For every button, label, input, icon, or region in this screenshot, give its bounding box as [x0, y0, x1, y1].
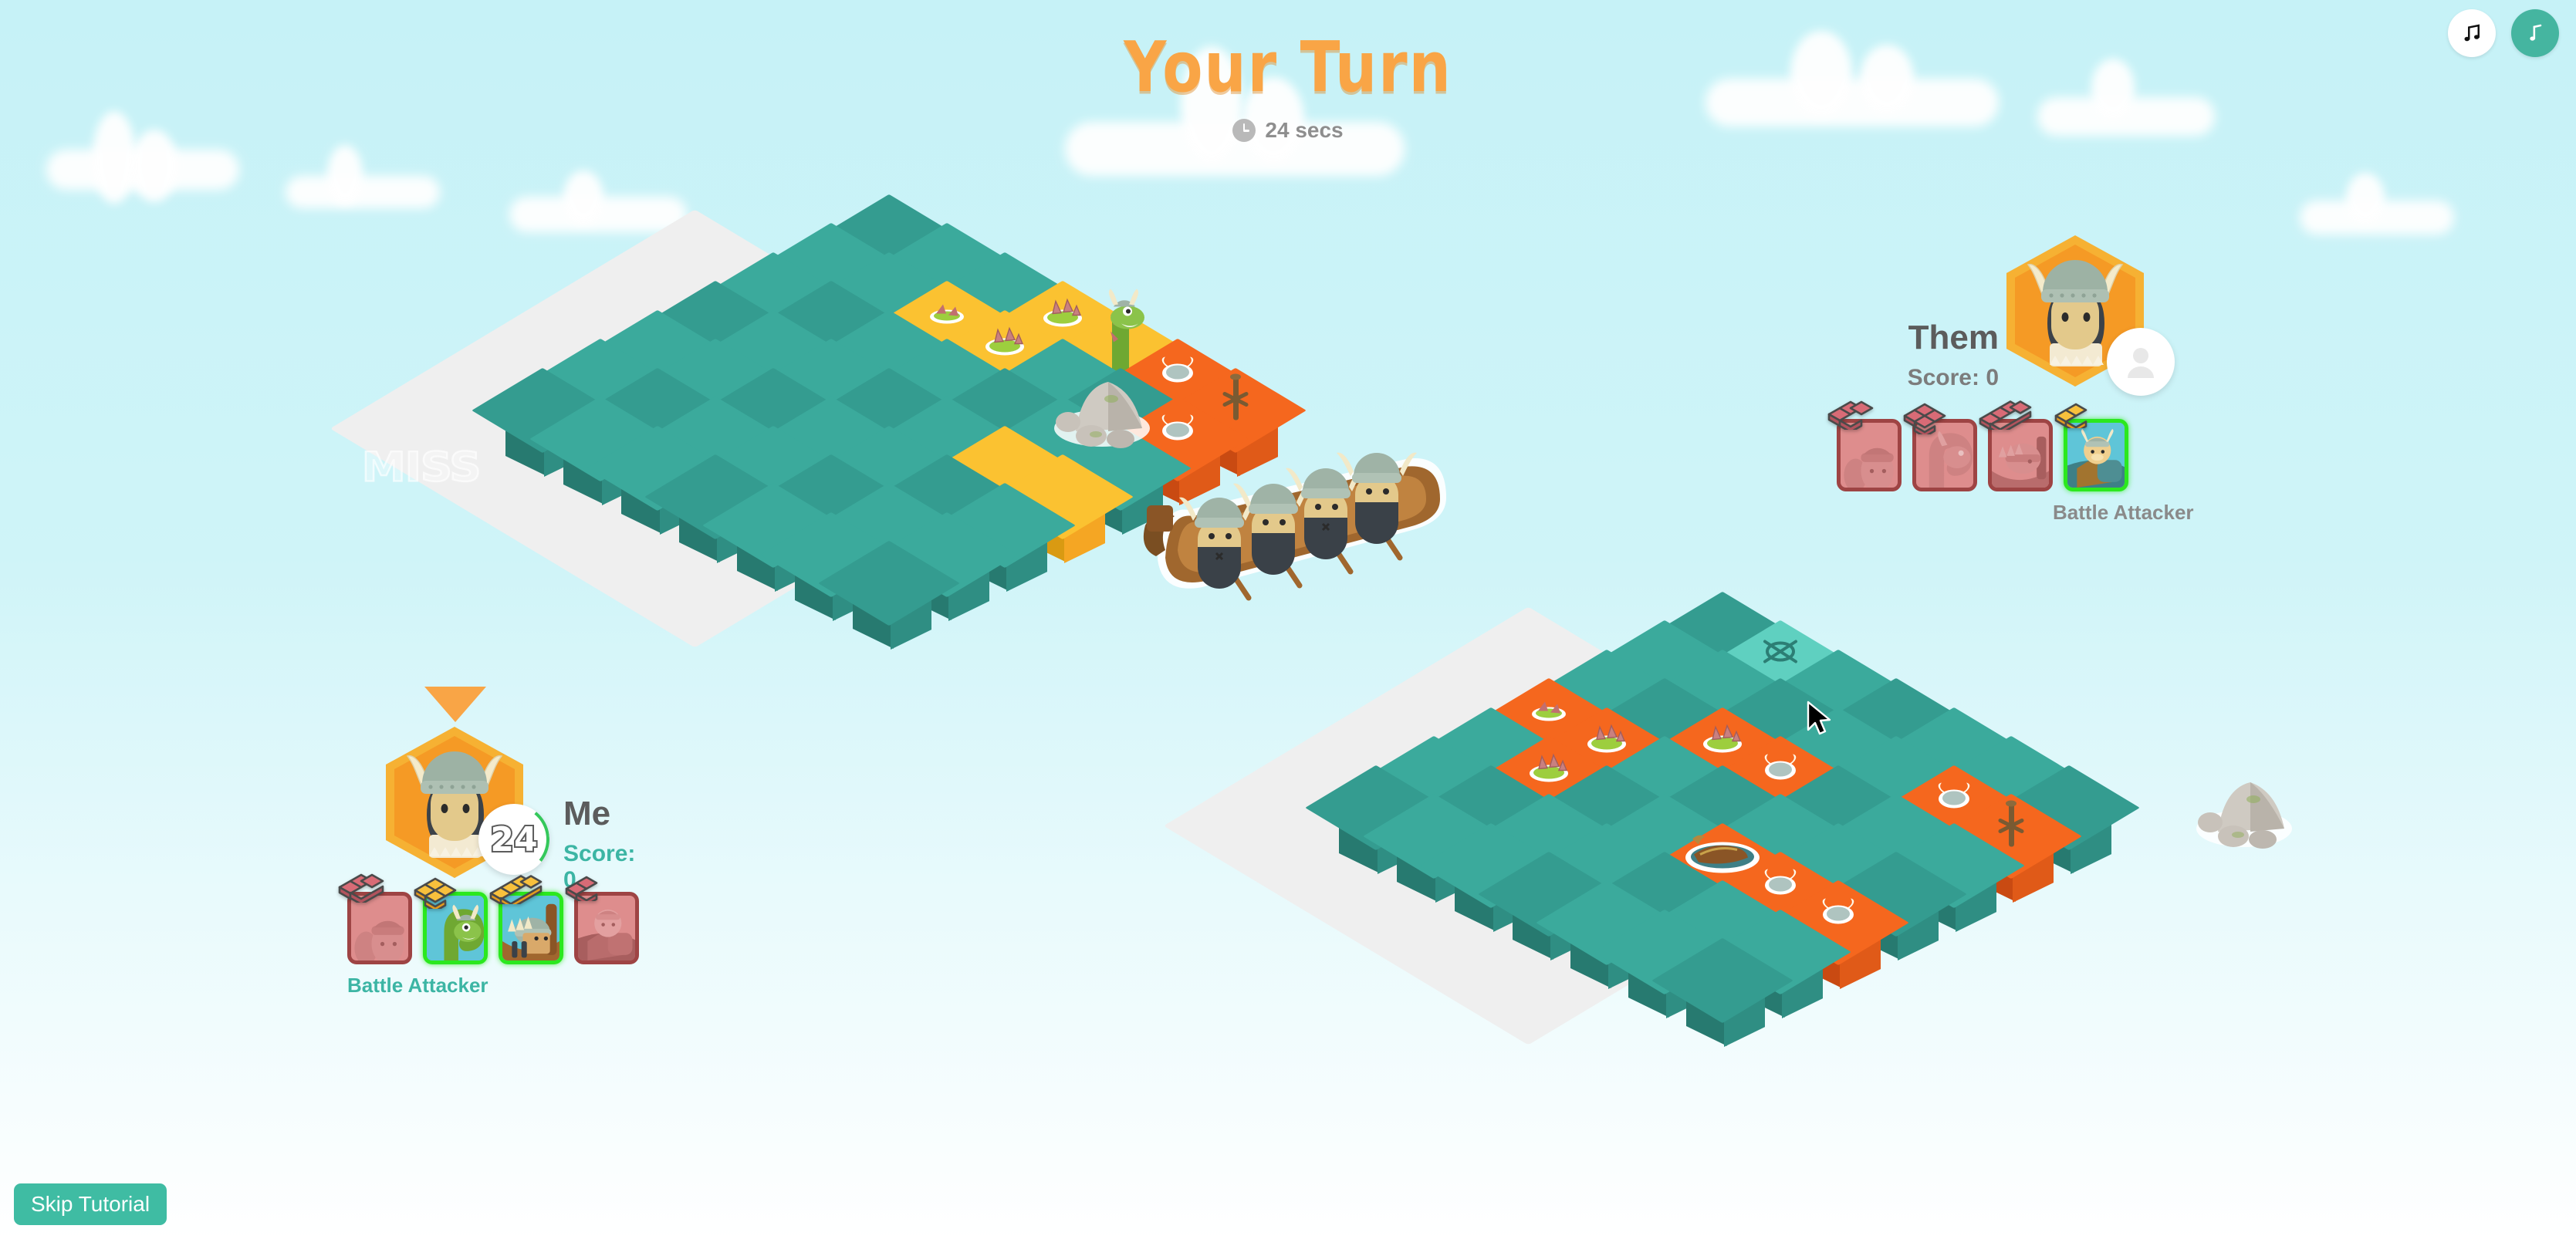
turn-banner: Your Turn 24 secs: [0, 26, 2576, 143]
them-selected-card-label: Battle Attacker: [2053, 501, 2194, 524]
card-art: [2064, 419, 2128, 491]
tetromino-piece-T4-icon: [1903, 403, 1946, 434]
card-sea-serpent[interactable]: [1903, 403, 1977, 491]
turn-seconds-label: 24 secs: [1265, 118, 1344, 142]
rock-formation: [2176, 765, 2307, 854]
tetromino-piece-I4-icon: [489, 875, 543, 904]
active-turn-pointer: [424, 687, 486, 722]
board-tile-water[interactable]: [1651, 938, 1793, 1048]
me-card-row: [338, 873, 639, 964]
clock-icon: [1232, 119, 1256, 142]
tetromino-piece-T4-icon: [414, 877, 457, 909]
music-double-note-icon: [2464, 24, 2480, 42]
tetromino-piece-I3-icon: [338, 873, 384, 903]
card-longship[interactable]: [1979, 400, 2053, 491]
them-player-panel: Them Score: 0 Battle Attacker: [1798, 235, 2194, 525]
turn-timer-row: 24 secs: [0, 118, 2576, 143]
them-card-row: [1827, 400, 2194, 491]
music-single-note-icon: [2530, 24, 2542, 41]
them-profile-avatar[interactable]: [2107, 328, 2175, 396]
battle-attacker-art: [578, 909, 635, 960]
tetromino-piece-I2-icon: [565, 876, 598, 901]
two-vikings-art: [1844, 447, 1894, 488]
sfx-toggle-button[interactable]: [2448, 9, 2496, 57]
card-longship[interactable]: [489, 875, 563, 964]
battle-attacker-art: [2067, 423, 2125, 488]
music-toggle-button[interactable]: [2511, 9, 2559, 57]
card-art: [1988, 419, 2053, 491]
card-battle-attacker[interactable]: [2054, 403, 2128, 491]
me-player-panel: 24 Me Score: 0 Battle Attacker: [324, 687, 639, 998]
tetromino-piece-I2-icon: [2054, 403, 2088, 428]
me-turn-timer: 24: [475, 800, 553, 879]
my-board[interactable]: [330, 194, 1654, 677]
card-art: [574, 892, 639, 964]
longship-art: [1992, 436, 2049, 488]
them-player-score: Score: 0: [1907, 365, 1999, 390]
them-player-name: Them: [1908, 319, 1999, 356]
tetromino-piece-I3-icon: [1827, 400, 1874, 430]
board-tile-water[interactable]: [818, 541, 960, 650]
card-sea-serpent[interactable]: [414, 877, 488, 964]
card-art: [347, 892, 412, 964]
card-art: [1837, 419, 1902, 491]
card-two-vikings[interactable]: [338, 873, 412, 964]
card-battle-attacker[interactable]: [565, 876, 639, 964]
me-selected-card-label: Battle Attacker: [347, 974, 488, 997]
skip-tutorial-button[interactable]: Skip Tutorial: [14, 1183, 167, 1225]
me-player-name: Me: [563, 795, 611, 832]
tetromino-piece-I4-icon: [1979, 400, 2032, 430]
card-two-vikings[interactable]: [1827, 400, 1902, 491]
longship-art: [502, 896, 559, 960]
person-placeholder-icon: [2128, 348, 2154, 378]
turn-title: Your Turn: [1124, 25, 1452, 108]
two-vikings-art: [354, 920, 404, 960]
audio-controls: [2448, 9, 2559, 57]
enemy-board[interactable]: [1163, 591, 2487, 1075]
game-screen: Your Turn 24 secs MISS Them Score: 0 Bat…: [0, 0, 2576, 1239]
